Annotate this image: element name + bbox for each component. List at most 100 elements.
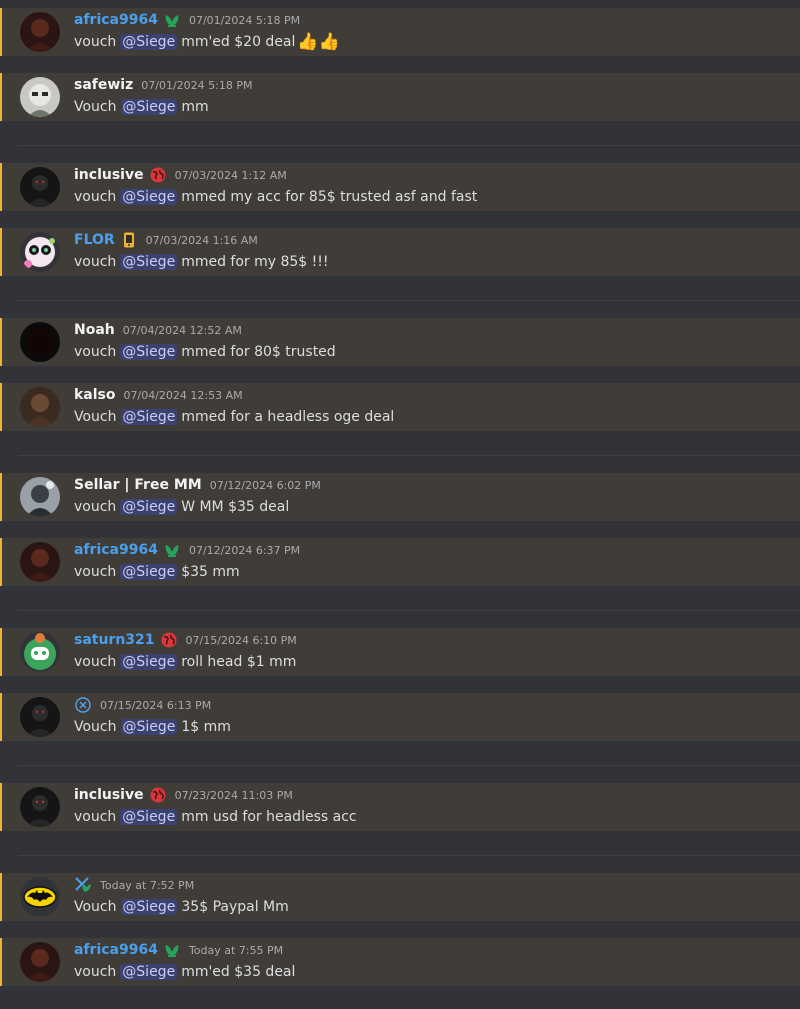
username[interactable]: FLOR [74, 232, 115, 248]
message-row[interactable]: 07/15/2024 6:13 PM Vouch @Siege 1$ mm [0, 693, 800, 741]
message-header: kalso 07/04/2024 12:53 AM [74, 385, 243, 405]
dark-figure-avatar[interactable] [20, 697, 60, 737]
timestamp: 07/12/2024 6:02 PM [209, 478, 321, 492]
message-group-divider [18, 765, 800, 766]
dark-red-avatar[interactable] [20, 542, 60, 582]
message-text: vouch [74, 499, 117, 515]
user-mention[interactable]: @Siege [120, 964, 178, 980]
message-row[interactable]: Noah 07/04/2024 12:52 AM vouch @Siege mmed f… [0, 318, 800, 366]
white-mask-avatar[interactable] [20, 77, 60, 117]
message-row[interactable]: FLOR 07/03/2024 1:16 AM vouch @Siege mmed fo… [0, 228, 800, 276]
user-mention[interactable]: @Siege [120, 899, 178, 915]
message-content: vouch @Siege W MM $35 deal [74, 497, 289, 517]
brown-figure-avatar[interactable] [20, 387, 60, 427]
user-mention[interactable]: @Siege [120, 99, 178, 115]
message-content: vouch @Siege mmed for 80$ trusted [74, 342, 336, 362]
message-content: vouch @Siege $35 mm [74, 562, 240, 582]
grey-figure-avatar[interactable] [20, 477, 60, 517]
message-header: inclusive 07/03/2024 1:12 AM [74, 165, 287, 185]
message-text: 1$ mm [181, 719, 231, 735]
green-leaf-badge-icon[interactable] [163, 541, 181, 559]
user-mention[interactable]: @Siege [120, 654, 178, 670]
message-group-divider [18, 610, 800, 611]
message-group-divider [18, 300, 800, 301]
red-globe-badge-icon[interactable] [149, 786, 167, 804]
message-row[interactable]: saturn321 07/15/2024 6:10 PM vouch @Siege ro… [0, 628, 800, 676]
username[interactable]: inclusive [74, 167, 144, 183]
timestamp: 07/03/2024 1:12 AM [174, 168, 287, 182]
username[interactable]: inclusive [74, 787, 144, 803]
user-mention[interactable]: @Siege [120, 344, 178, 360]
message-header: Today at 7:52 PM [74, 875, 194, 895]
user-mention[interactable]: @Siege [120, 809, 178, 825]
message-content: vouch @Siege mm usd for headless acc [74, 807, 357, 827]
username[interactable]: Sellar | Free MM [74, 477, 202, 493]
message-row[interactable]: africa9964 07/12/2024 6:37 PM vouch @Siege $… [0, 538, 800, 586]
message-row[interactable]: kalso 07/04/2024 12:53 AM Vouch @Siege mmed … [0, 383, 800, 431]
username[interactable]: Noah [74, 322, 115, 338]
red-globe-badge-icon[interactable] [160, 631, 178, 649]
red-globe-badge-icon[interactable] [149, 166, 167, 184]
message-content: vouch @Siege roll head $1 mm [74, 652, 296, 672]
message-content: Vouch @Siege 35$ Paypal Mm [74, 897, 289, 917]
message-row[interactable]: inclusive 07/23/2024 11:03 PM vouch @Siege m… [0, 783, 800, 831]
message-text: 35$ Paypal Mm [181, 899, 289, 915]
message-header: FLOR 07/03/2024 1:16 AM [74, 230, 258, 250]
user-mention[interactable]: @Siege [120, 499, 178, 515]
dark-figure-avatar[interactable] [20, 787, 60, 827]
message-row[interactable]: africa9964 07/01/2024 5:18 PM vouch @Siege m… [0, 8, 800, 56]
timestamp: 07/01/2024 5:18 PM [188, 13, 301, 27]
discord-green-avatar[interactable] [20, 632, 60, 672]
message-row[interactable]: inclusive 07/03/2024 1:12 AM vouch @Siege mm… [0, 163, 800, 211]
message-content: Vouch @Siege mm [74, 97, 209, 117]
username[interactable]: africa9964 [74, 12, 158, 28]
green-leaf-badge-icon[interactable] [163, 941, 181, 959]
username[interactable]: kalso [74, 387, 116, 403]
message-row[interactable]: africa9964 Today at 7:55 PM vouch @Siege mm'… [0, 938, 800, 986]
message-text: mm'ed $35 deal [181, 964, 296, 980]
message-text: vouch [74, 564, 117, 580]
username[interactable]: safewiz [74, 77, 133, 93]
dark-figure-avatar[interactable] [20, 167, 60, 207]
black-avatar[interactable] [20, 322, 60, 362]
timestamp: Today at 7:52 PM [100, 878, 195, 892]
timestamp: 07/23/2024 11:03 PM [174, 788, 293, 802]
message-header: Sellar | Free MM 07/12/2024 6:02 PM [74, 475, 321, 495]
message-text: mmed for my 85$ !!! [181, 254, 329, 270]
message-feed: africa9964 07/01/2024 5:18 PM vouch @Siege m… [0, 0, 800, 1009]
x-circle-badge-icon[interactable] [74, 696, 92, 714]
user-mention[interactable]: @Siege [120, 189, 178, 205]
message-group-divider [18, 855, 800, 856]
user-mention[interactable]: @Siege [120, 719, 178, 735]
message-content: vouch @Siege mmed for my 85$ !!! [74, 252, 329, 272]
flower-avatar[interactable] [20, 232, 60, 272]
timestamp: 07/04/2024 12:52 AM [122, 323, 242, 337]
message-text: mm'ed $20 deal [181, 34, 296, 50]
message-text: vouch [74, 189, 117, 205]
username[interactable]: africa9964 [74, 542, 158, 558]
batman-avatar[interactable] [20, 877, 60, 917]
x-leaf-badge-icon[interactable] [74, 876, 92, 894]
message-text: Vouch [74, 899, 117, 915]
username[interactable]: africa9964 [74, 942, 158, 958]
message-content: vouch @Siege mm'ed $35 deal [74, 962, 295, 982]
user-mention[interactable]: @Siege [120, 34, 178, 50]
timestamp: 07/01/2024 5:18 PM [141, 78, 253, 92]
message-text: vouch [74, 809, 117, 825]
dark-red-avatar[interactable] [20, 942, 60, 982]
message-group-divider [18, 455, 800, 456]
message-row[interactable]: safewiz 07/01/2024 5:18 PM Vouch @Siege mm [0, 73, 800, 121]
timestamp: 07/15/2024 6:13 PM [100, 698, 212, 712]
yellow-phone-badge-icon[interactable] [120, 231, 138, 249]
user-mention[interactable]: @Siege [120, 254, 178, 270]
message-header: 07/15/2024 6:13 PM [74, 695, 211, 715]
user-mention[interactable]: @Siege [120, 409, 178, 425]
username[interactable]: saturn321 [74, 632, 155, 648]
user-mention[interactable]: @Siege [120, 564, 178, 580]
message-header: safewiz 07/01/2024 5:18 PM [74, 75, 252, 95]
dark-red-avatar[interactable] [20, 12, 60, 52]
message-row[interactable]: Today at 7:52 PM Vouch @Siege 35$ Paypal Mm [0, 873, 800, 921]
green-leaf-badge-icon[interactable] [163, 11, 181, 29]
message-text: mm [181, 99, 209, 115]
message-row[interactable]: Sellar | Free MM 07/12/2024 6:02 PM vouch @… [0, 473, 800, 521]
